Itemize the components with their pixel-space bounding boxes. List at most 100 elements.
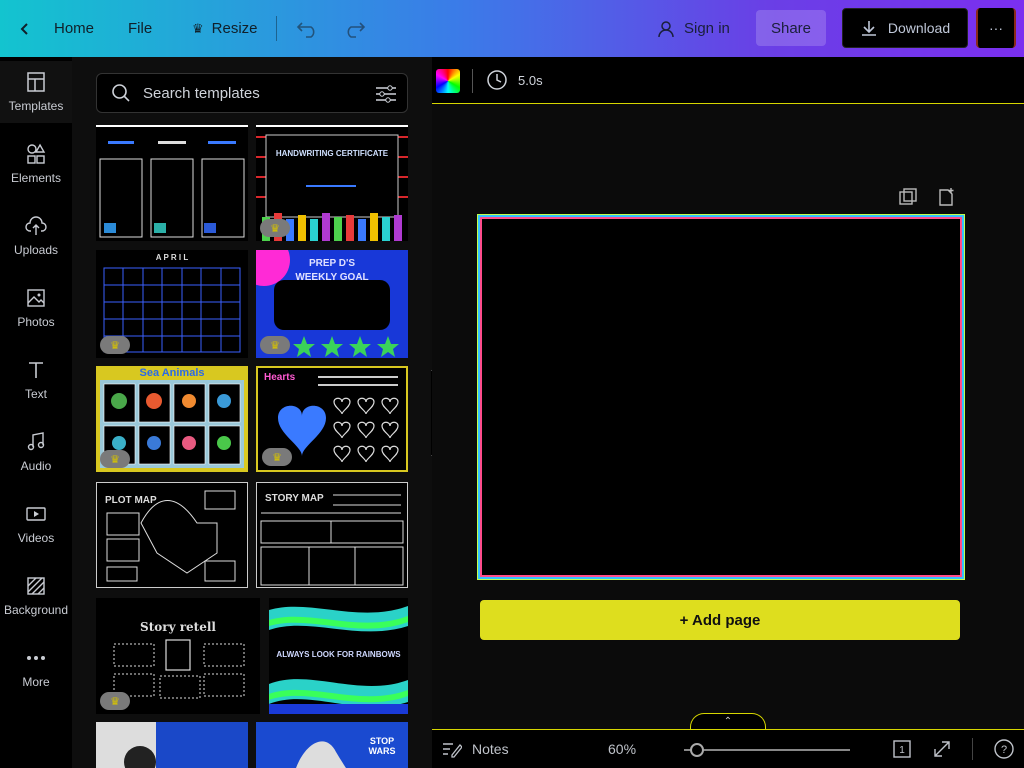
help-icon[interactable]: ?	[993, 738, 1015, 760]
rail-item-background[interactable]: Background	[0, 565, 72, 627]
template-thumbnail[interactable]: Sea Animals ♛	[96, 366, 248, 472]
add-page-label: + Add page	[679, 611, 761, 629]
file-label: File	[128, 20, 153, 37]
page-count: 1	[899, 745, 905, 756]
share-label: Share	[770, 19, 812, 37]
add-page-button[interactable]: + Add page	[480, 600, 960, 640]
premium-crown-badge: ♛	[262, 448, 292, 466]
rail-item-elements[interactable]: Elements	[0, 133, 72, 195]
rail-item-uploads[interactable]: Uploads	[0, 205, 72, 267]
notes-icon	[443, 743, 462, 758]
zoom-percentage: 60%	[608, 741, 637, 757]
zoom-slider-track[interactable]	[684, 749, 850, 751]
template-title: STORY MAP	[265, 493, 324, 504]
duplicate-page-icon[interactable]	[898, 187, 918, 207]
premium-crown-badge: ♛	[100, 336, 130, 354]
template-thumbnail[interactable]: A P R I L ♛	[96, 250, 248, 358]
search-icon	[112, 84, 130, 102]
template-thumbnail[interactable]	[96, 722, 248, 768]
home-button[interactable]: Home	[18, 0, 94, 57]
top-bar: Home File ♛ Resize Sign in Share Downloa…	[0, 0, 1024, 57]
design-page-canvas[interactable]	[478, 215, 964, 579]
download-button[interactable]: Download	[842, 8, 968, 48]
chevron-left-icon	[20, 22, 28, 35]
template-thumbnail[interactable]: Hearts ♛	[256, 366, 408, 472]
rail-item-photos[interactable]: Photos	[0, 277, 72, 339]
text-icon	[29, 362, 43, 378]
template-title: PREP D'S	[308, 258, 356, 269]
template-title: PLOT MAP	[105, 495, 157, 506]
home-label: Home	[54, 20, 95, 37]
toolbar-divider	[276, 16, 277, 41]
show-pages-toggle[interactable]: ⌃	[690, 713, 766, 729]
music-icon	[27, 432, 45, 451]
template-thumbnail[interactable]: Story retell ♛	[96, 598, 260, 714]
premium-crown-badge: ♛	[100, 692, 130, 710]
template-title: Hearts	[264, 372, 296, 383]
photo-collage-artwork	[96, 722, 248, 768]
background-icon	[27, 577, 45, 595]
premium-crown-badge: ♛	[100, 450, 130, 468]
rail-item-videos[interactable]: Videos	[0, 493, 72, 555]
rail-label: Background	[3, 603, 69, 617]
page-count-icon[interactable]: 1	[892, 739, 912, 759]
zoom-slider-thumb[interactable]	[690, 743, 705, 757]
download-label: Download	[887, 20, 951, 36]
more-options-button[interactable]: ···	[976, 8, 1016, 48]
duration-value: 5.0s	[518, 72, 543, 88]
undo-icon	[296, 21, 315, 38]
rail-label: Templates	[8, 99, 64, 113]
page-tools	[898, 187, 956, 207]
rail-label: Videos	[17, 531, 55, 545]
chevron-up-icon: ⌃	[723, 716, 733, 727]
sign-in-button[interactable]: Sign in	[656, 0, 730, 57]
rail-item-templates[interactable]: Templates	[0, 61, 72, 123]
timing-button[interactable]: 5.0s	[486, 69, 543, 91]
rail-item-text[interactable]: Text	[0, 349, 72, 411]
rail-item-audio[interactable]: Audio	[0, 421, 72, 483]
three-column-worksheet	[99, 141, 245, 238]
download-icon	[861, 21, 876, 36]
color-picker-swatch[interactable]	[436, 69, 460, 93]
resize-button[interactable]: ♛ Resize	[192, 0, 258, 57]
user-icon	[658, 20, 674, 37]
templates-icon	[27, 72, 45, 92]
template-thumbnail[interactable]: ALWAYS LOOK FOR RAINBOWS	[269, 598, 408, 714]
template-title: Sea Animals	[139, 367, 205, 379]
more-icon	[27, 656, 45, 660]
search-templates-field[interactable]: Search templates	[96, 73, 408, 113]
fullscreen-icon[interactable]	[932, 739, 952, 759]
share-button[interactable]: Share	[756, 10, 826, 46]
templates-panel: Search templates HANDWRITING CERTIFICATE…	[72, 57, 432, 768]
template-title: HANDWRITING CERTIFICATE	[275, 149, 389, 158]
more-dots-icon: ···	[989, 20, 1003, 36]
template-title: Story retell	[140, 620, 216, 634]
filter-icon[interactable]	[375, 84, 397, 104]
template-subtitle: WEEKLY GOAL	[295, 272, 369, 283]
redo-button[interactable]	[342, 0, 366, 57]
file-menu-button[interactable]: File	[128, 0, 152, 57]
undo-button[interactable]	[296, 0, 320, 57]
rail-item-more[interactable]: More	[0, 637, 72, 699]
template-thumbnail[interactable]	[96, 125, 248, 241]
rail-label: Elements	[10, 171, 62, 185]
rail-label: Text	[24, 387, 47, 401]
side-rail: Templates Elements Uploads Photos Text A…	[0, 57, 72, 768]
rail-label: Audio	[20, 459, 52, 473]
upload-icon	[25, 216, 47, 235]
template-title: STOP WARS	[368, 736, 396, 756]
template-thumbnail[interactable]: HANDWRITING CERTIFICATE ♛	[256, 125, 408, 241]
editor-app: Home File ♛ Resize Sign in Share Downloa…	[0, 0, 1024, 768]
editor-toolbar: 5.0s	[432, 57, 1024, 104]
sign-in-label: Sign in	[684, 20, 730, 37]
template-thumbnail[interactable]: PREP D'S WEEKLY GOAL ♛	[256, 250, 408, 358]
template-thumbnail[interactable]: STORY MAP	[256, 482, 408, 588]
template-thumbnail[interactable]: PLOT MAP	[96, 482, 248, 588]
redo-icon	[347, 21, 366, 38]
template-title: ALWAYS LOOK FOR RAINBOWS	[276, 650, 401, 659]
template-thumbnail[interactable]: STOP WARS	[256, 722, 408, 768]
notes-button[interactable]: Notes	[442, 740, 509, 758]
premium-crown-badge: ♛	[260, 336, 290, 354]
add-page-icon[interactable]	[936, 187, 956, 207]
clock-icon	[487, 70, 507, 90]
